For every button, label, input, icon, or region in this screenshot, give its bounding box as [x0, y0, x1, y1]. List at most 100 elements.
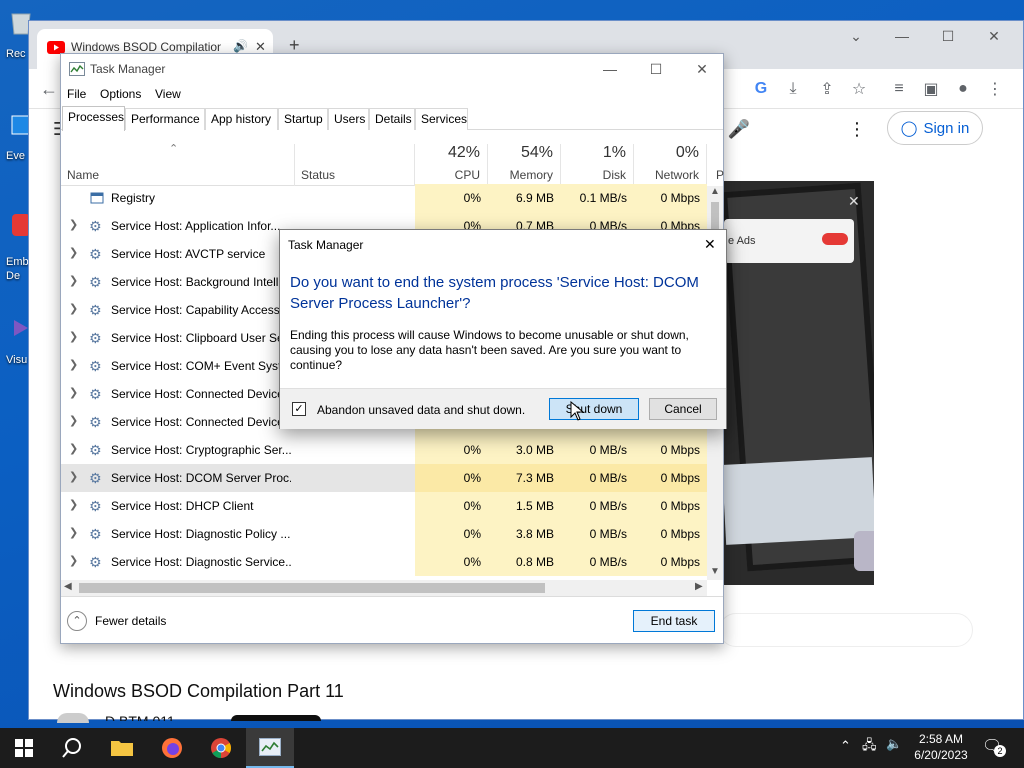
table-row[interactable]: ❯ ⚙ Service Host: DHCP Client 0% 1.5 MB …	[61, 492, 707, 520]
sign-in-button[interactable]: ◯ Sign in	[887, 111, 983, 145]
dialog-footer: ✓ Abandon unsaved data and shut down. Sh…	[280, 388, 726, 429]
chrome-menu-icon[interactable]: ⋮	[983, 77, 1007, 101]
yt-comment-box[interactable]	[719, 613, 973, 647]
share-icon[interactable]: ⇪	[815, 77, 839, 101]
tab-app-history[interactable]: App history	[205, 108, 278, 130]
tab-services[interactable]: Services	[415, 108, 468, 130]
column-cpu[interactable]: 42% CPU	[415, 144, 488, 186]
table-row[interactable]: ❯ ⚙ Service Host: Cryptographic Ser... 0…	[61, 436, 707, 464]
expand-chevron-icon[interactable]: ❯	[69, 246, 78, 259]
channel-avatar[interactable]	[57, 713, 89, 723]
scroll-down-icon[interactable]: ▼	[710, 566, 720, 577]
expand-chevron-icon[interactable]: ❯	[69, 470, 78, 483]
task-manager-icon	[259, 738, 281, 756]
speaker-icon[interactable]: 🔊	[233, 39, 248, 53]
process-memory: 0.8 MB	[488, 548, 561, 576]
expand-chevron-icon[interactable]: ❯	[69, 302, 78, 315]
close-icon[interactable]: ✕	[971, 21, 1017, 51]
more-options-icon[interactable]: ⋮	[845, 117, 869, 141]
gear-icon: ⚙	[89, 554, 102, 570]
expand-chevron-icon[interactable]: ❯	[69, 442, 78, 455]
fewer-details-button[interactable]: ⌃ Fewer details	[67, 611, 177, 631]
account-icon: ◯	[900, 120, 918, 137]
notification-center-button[interactable]: 🗨 2	[982, 736, 1006, 760]
column-memory[interactable]: 54% Memory	[488, 144, 561, 186]
scroll-up-icon[interactable]: ▲	[710, 186, 720, 197]
close-icon[interactable]: ✕	[679, 54, 725, 84]
chrome-button[interactable]	[197, 728, 245, 768]
back-icon[interactable]: ←	[37, 77, 61, 101]
column-power-partial[interactable]: P	[716, 168, 724, 182]
expand-chevron-icon[interactable]: ❯	[69, 358, 78, 371]
task-manager-titlebar[interactable]: Task Manager — ☐ ✕	[61, 54, 723, 84]
channel-name[interactable]: D BTM 011	[105, 713, 175, 721]
file-explorer-button[interactable]	[98, 728, 146, 768]
network-icon[interactable]: 🖧	[862, 736, 877, 758]
menu-options[interactable]: Options	[100, 87, 141, 101]
menu-file[interactable]: File	[67, 87, 86, 101]
tab-performance[interactable]: Performance	[125, 108, 205, 130]
abandon-data-checkbox[interactable]: ✓	[292, 402, 306, 416]
abandon-data-label[interactable]: Abandon unsaved data and shut down.	[317, 403, 525, 417]
menu-view[interactable]: View	[155, 87, 181, 101]
table-row-selected[interactable]: ❯ ⚙ Service Host: DCOM Server Proc... 0%…	[61, 464, 707, 492]
subscribe-button[interactable]	[231, 715, 321, 721]
expand-chevron-icon[interactable]: ❯	[69, 218, 78, 231]
process-network: 0 Mbps	[634, 520, 707, 548]
tab-details[interactable]: Details	[369, 108, 415, 130]
table-row[interactable]: ❯ ⚙ Service Host: Diagnostic Policy ... …	[61, 520, 707, 548]
windows-logo-icon	[15, 739, 33, 757]
end-task-button[interactable]: End task	[633, 610, 715, 632]
dialog-close-icon[interactable]: ✕	[704, 236, 716, 253]
table-row[interactable]: ❯ ⚙ Service Host: Diagnostic Service... …	[61, 548, 707, 576]
start-button[interactable]	[0, 728, 48, 768]
expand-chevron-icon[interactable]: ❯	[69, 414, 78, 427]
gear-icon: ⚙	[89, 302, 102, 318]
horizontal-scroll-thumb[interactable]	[79, 583, 545, 593]
tab-startup[interactable]: Startup	[278, 108, 328, 130]
maximize-icon[interactable]: ☐	[925, 21, 971, 51]
task-manager-taskbar-button[interactable]	[246, 728, 294, 768]
search-button[interactable]	[48, 728, 96, 768]
expand-chevron-icon[interactable]: ❯	[69, 274, 78, 287]
bookmark-star-icon[interactable]: ☆	[847, 77, 871, 101]
expand-chevron-icon[interactable]: ❯	[69, 554, 78, 567]
show-hidden-icons-icon[interactable]: ⌃	[840, 738, 851, 754]
expand-chevron-icon[interactable]: ❯	[69, 526, 78, 539]
side-panel-icon[interactable]: ▣	[919, 77, 943, 101]
column-name[interactable]: Name	[61, 144, 295, 186]
media-control-icon[interactable]: ≡	[887, 77, 911, 101]
column-status-label: Status	[301, 168, 336, 182]
volume-muted-icon[interactable]: 🔈	[886, 736, 902, 752]
tab-users[interactable]: Users	[328, 108, 369, 130]
microphone-icon[interactable]: 🎤	[727, 117, 751, 141]
column-network[interactable]: 0% Network	[634, 144, 707, 186]
sign-in-label: Sign in	[923, 119, 970, 137]
clock[interactable]: 2:58 AM 6/20/2023	[912, 731, 970, 763]
scroll-left-icon[interactable]: ◀	[64, 581, 72, 592]
column-disk[interactable]: 1% Disk	[561, 144, 634, 186]
column-network-label: Network	[654, 168, 699, 182]
expand-chevron-icon[interactable]: ❯	[69, 386, 78, 399]
video-player[interactable]: e Ads ✕	[724, 181, 874, 585]
profile-icon[interactable]: ●	[951, 77, 975, 101]
expand-chevron-icon[interactable]: ❯	[69, 330, 78, 343]
shut-down-button[interactable]: Shut down	[549, 398, 639, 420]
tab-search-icon[interactable]: ⌄	[833, 21, 879, 51]
minimize-icon[interactable]: —	[587, 54, 633, 84]
scroll-right-icon[interactable]: ▶	[695, 581, 703, 592]
process-memory: 7.3 MB	[488, 464, 561, 492]
install-icon[interactable]: ⤓	[781, 77, 805, 101]
cancel-button[interactable]: Cancel	[649, 398, 717, 420]
column-status[interactable]: Status	[295, 144, 415, 186]
google-lens-icon[interactable]: G	[749, 77, 773, 101]
task-manager-title: Task Manager	[90, 62, 166, 76]
table-row[interactable]: Registry 0% 6.9 MB 0.1 MB/s 0 Mbps	[61, 184, 707, 212]
expand-chevron-icon[interactable]: ❯	[69, 498, 78, 511]
minimize-icon[interactable]: —	[879, 21, 925, 51]
horizontal-scrollbar[interactable]: ◀ ▶	[61, 580, 707, 596]
tab-processes[interactable]: Processes	[62, 106, 125, 131]
column-memory-label: Memory	[509, 168, 553, 182]
maximize-icon[interactable]: ☐	[633, 54, 679, 84]
firefox-button[interactable]	[148, 728, 196, 768]
